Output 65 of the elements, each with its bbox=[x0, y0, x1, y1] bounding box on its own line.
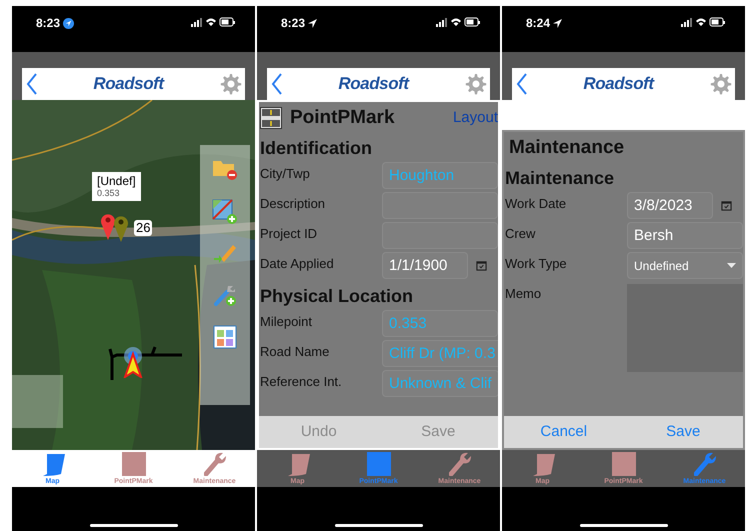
text-field[interactable] bbox=[382, 222, 498, 249]
status-icons bbox=[191, 17, 235, 27]
text-field[interactable]: Unknown & Clif bbox=[382, 370, 498, 397]
field-label: Milepoint bbox=[260, 313, 314, 331]
dropdown-arrow-icon bbox=[727, 263, 736, 268]
calendar-icon[interactable] bbox=[721, 200, 732, 211]
status-time: 8:23 bbox=[36, 17, 60, 29]
settings-icon[interactable] bbox=[464, 72, 488, 96]
settings-icon[interactable] bbox=[218, 72, 243, 96]
memo-field[interactable] bbox=[627, 284, 743, 372]
map-add-icon[interactable] bbox=[212, 199, 238, 225]
app-logo: Roadsoft bbox=[338, 73, 409, 96]
text-field[interactable]: Bersh bbox=[627, 222, 743, 249]
text-field[interactable]: 0.353 bbox=[382, 310, 498, 337]
section-heading: Identification bbox=[260, 137, 373, 160]
field-label: City/Twp bbox=[260, 165, 311, 183]
field-label: Work Date bbox=[505, 195, 568, 213]
field-label: Date Applied bbox=[260, 255, 335, 273]
section-heading: Maintenance bbox=[505, 167, 616, 190]
field-label: Project ID bbox=[260, 225, 318, 243]
text-field[interactable]: Cliff Dr (MP: 0.3 bbox=[382, 340, 498, 367]
layout-link[interactable]: Layout bbox=[452, 106, 498, 130]
field-label: Road Name bbox=[260, 343, 330, 361]
text-field[interactable]: Houghton bbox=[382, 162, 498, 189]
date-field[interactable]: 3/8/2023 bbox=[627, 192, 713, 219]
scroll-icon bbox=[286, 454, 310, 476]
status-time: 8:24 bbox=[526, 17, 550, 29]
back-icon[interactable] bbox=[516, 73, 528, 95]
section-heading: Physical Location bbox=[260, 285, 414, 308]
field-label: Memo bbox=[505, 285, 542, 303]
map-pin-icon bbox=[100, 212, 116, 240]
wrench-icon bbox=[204, 452, 226, 476]
scroll-icon bbox=[530, 454, 554, 476]
form-button[interactable]: Cancel bbox=[504, 416, 624, 448]
field-label: Description bbox=[260, 195, 326, 213]
calendar-icon[interactable] bbox=[476, 260, 487, 271]
settings-icon[interactable] bbox=[708, 72, 733, 96]
text-field[interactable] bbox=[382, 192, 498, 219]
status-icons bbox=[436, 17, 480, 27]
layers-grid-icon[interactable] bbox=[213, 325, 237, 349]
field-label: Work Type bbox=[505, 255, 568, 273]
square-icon bbox=[612, 452, 636, 476]
callout-subtitle: 0.353 bbox=[97, 188, 121, 199]
form-button[interactable]: Save bbox=[624, 416, 743, 448]
wrench-add-icon[interactable] bbox=[213, 283, 237, 307]
back-icon[interactable] bbox=[26, 73, 38, 95]
field-label: Crew bbox=[505, 225, 536, 243]
square-icon bbox=[122, 452, 146, 476]
app-logo: Roadsoft bbox=[583, 73, 654, 96]
date-field[interactable]: 1/1/1900 bbox=[382, 252, 468, 279]
status-icons bbox=[681, 17, 725, 27]
map-pin-icon bbox=[113, 214, 129, 242]
callout-title: [Undef] bbox=[97, 174, 136, 188]
wrench-icon bbox=[448, 452, 470, 476]
dropdown-field[interactable]: Undefined bbox=[627, 252, 743, 279]
form-title: Maintenance bbox=[508, 136, 624, 160]
wrench-icon bbox=[694, 452, 716, 476]
square-icon bbox=[366, 452, 390, 476]
field-label: Reference Int. bbox=[260, 373, 343, 391]
marker-label: 26 bbox=[134, 220, 152, 236]
scroll-icon bbox=[40, 454, 64, 476]
app-logo: Roadsoft bbox=[93, 73, 164, 96]
status-time: 8:23 bbox=[281, 17, 306, 29]
form-title: PointPMark bbox=[289, 106, 395, 130]
back-icon[interactable] bbox=[271, 73, 283, 95]
